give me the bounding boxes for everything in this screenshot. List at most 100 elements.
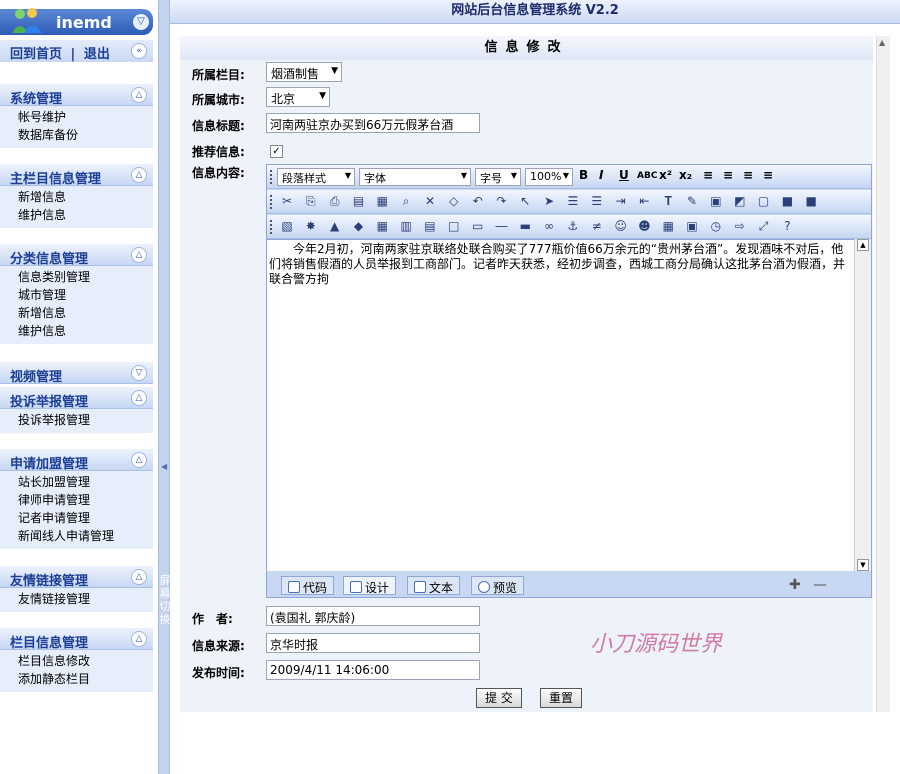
align-center-icon[interactable]: ≡ (723, 168, 733, 182)
reset-button[interactable]: 重置 (540, 688, 582, 708)
align-justify-icon[interactable]: ≡ (763, 168, 773, 182)
scroll-up-icon[interactable]: ▲ (879, 38, 885, 47)
background-color-icon[interactable]: ▣ (708, 193, 724, 209)
unlink-icon[interactable]: ≠ (589, 218, 605, 234)
logout-link[interactable]: 退出 (84, 47, 110, 62)
group-header[interactable]: 栏目信息管理 △ (0, 628, 153, 650)
editor-content-area[interactable]: 今年2月初，河南两家驻京联络处联合购买了777瓶价值66万余元的“贵州茅台酒”。… (267, 239, 854, 571)
author-input[interactable]: (袁国礼 郭庆龄) (266, 606, 480, 626)
import-icon[interactable]: ⇨ (732, 218, 748, 234)
align-right-icon[interactable]: ≡ (743, 168, 753, 182)
mode-text-tab[interactable]: 文本 (407, 576, 460, 595)
find-icon[interactable]: ⌕ (398, 193, 414, 209)
zoom-select[interactable]: 100% ▼ (525, 168, 573, 186)
mode-code-tab[interactable]: 代码 (281, 576, 334, 595)
mode-design-tab[interactable]: 设计 (343, 576, 396, 595)
home-link[interactable]: 回到首页 (10, 47, 62, 62)
time-input[interactable]: 2009/4/11 14:06:00 (266, 660, 480, 680)
sidebar-item[interactable]: 信息类别管理 (18, 268, 153, 286)
title-input[interactable]: 河南两驻京办买到66万元假茅台酒 (266, 113, 480, 133)
sidebar-item[interactable]: 城市管理 (18, 286, 153, 304)
sticky-note-icon[interactable]: ■ (779, 193, 795, 209)
delete-icon[interactable]: ✕ (422, 193, 438, 209)
superscript-icon[interactable]: x² (659, 168, 672, 182)
marquee-icon[interactable]: ▬ (517, 218, 533, 234)
submit-button[interactable]: 提 交 (476, 688, 522, 708)
sidebar-item[interactable]: 数据库备份 (18, 126, 153, 144)
page-scrollbar[interactable]: ▲ (876, 36, 890, 712)
sidebar-item[interactable]: 栏目信息修改 (18, 652, 153, 670)
align-left-icon[interactable]: ≡ (703, 168, 713, 182)
source-input[interactable]: 京华时报 (266, 633, 480, 653)
highlight-icon[interactable]: ✎ (684, 193, 700, 209)
emoticon-icon[interactable]: ☺ (613, 218, 629, 234)
scroll-down-icon[interactable]: ▼ (857, 559, 869, 571)
border-icon[interactable]: ▢ (756, 193, 772, 209)
help-icon[interactable]: ? (779, 218, 795, 234)
group-header[interactable]: 投诉举报管理 △ (0, 387, 153, 409)
paste-text-icon[interactable]: ▤ (350, 193, 366, 209)
format-clear-icon[interactable]: ◩ (732, 193, 748, 209)
triangle-left-icon[interactable]: ◀ (161, 462, 167, 471)
media-icon[interactable]: ▲ (327, 218, 343, 234)
undo-icon[interactable]: ↶ (470, 193, 486, 209)
chevron-left-icon[interactable]: « (131, 43, 147, 59)
toolbar-grip[interactable] (270, 195, 273, 209)
calendar-icon[interactable]: ▦ (660, 218, 676, 234)
sidebar-item[interactable]: 站长加盟管理 (18, 473, 153, 491)
group-header[interactable]: 申请加盟管理 △ (0, 449, 153, 471)
category-select[interactable]: 烟酒制售 ▼ (266, 62, 342, 82)
paste-word-icon[interactable]: ▦ (374, 193, 390, 209)
indent-icon[interactable]: ⇥ (613, 193, 629, 209)
chevron-up-icon[interactable]: △ (131, 87, 147, 103)
hr-icon[interactable]: ― (493, 218, 509, 234)
bold-icon[interactable]: B (579, 168, 588, 182)
special-char-icon[interactable]: ◆ (350, 218, 366, 234)
chevron-up-icon[interactable]: △ (131, 452, 147, 468)
group-header[interactable]: 视频管理 ▽ (0, 362, 153, 384)
group-header[interactable]: 系统管理 △ (0, 84, 153, 106)
city-select[interactable]: 北京 ▼ (266, 87, 330, 107)
underline-icon[interactable]: U (619, 168, 629, 182)
sidebar-item[interactable]: 律师申请管理 (18, 491, 153, 509)
time-icon[interactable]: ◷ (708, 218, 724, 234)
table-props-icon[interactable]: ▤ (422, 218, 438, 234)
flash-icon[interactable]: ✸ (303, 218, 319, 234)
expand-plus-icon[interactable]: ✚ (789, 577, 801, 593)
select-icon[interactable]: ↖ (517, 193, 533, 209)
sidebar-item[interactable]: 维护信息 (18, 322, 153, 340)
eraser-icon[interactable]: ◇ (446, 193, 462, 209)
pointer-icon[interactable]: ➤ (541, 193, 557, 209)
ordered-list-icon[interactable]: ☰ (565, 193, 581, 209)
shrink-minus-icon[interactable]: — (813, 577, 827, 593)
font-size-select[interactable]: 字号 ▼ (475, 168, 521, 186)
chevron-up-icon[interactable]: △ (131, 247, 147, 263)
chevron-up-icon[interactable]: △ (131, 569, 147, 585)
table-icon[interactable]: ▦ (374, 218, 390, 234)
sidebar-item[interactable]: 帐号维护 (18, 108, 153, 126)
collapse-all-icon[interactable]: ▽ (133, 14, 149, 30)
cut-icon[interactable]: ✂ (279, 193, 295, 209)
group-header[interactable]: 分类信息管理 △ (0, 244, 153, 266)
sidebar-item[interactable]: 添加静态栏目 (18, 670, 153, 688)
group-header[interactable]: 友情链接管理 △ (0, 566, 153, 588)
page-icon[interactable]: ▭ (470, 218, 486, 234)
sidebar-item[interactable]: 新闻线人申请管理 (18, 527, 153, 545)
date-icon[interactable]: ▣ (684, 218, 700, 234)
outdent-icon[interactable]: ⇤ (636, 193, 652, 209)
scroll-up-icon[interactable]: ▲ (857, 239, 869, 251)
unordered-list-icon[interactable]: ☰ (589, 193, 605, 209)
table-insert-icon[interactable]: ▥ (398, 218, 414, 234)
chevron-up-icon[interactable]: △ (131, 390, 147, 406)
paste-icon[interactable]: ⎙ (327, 193, 343, 209)
chevron-down-icon[interactable]: ▽ (131, 365, 147, 381)
italic-icon[interactable]: I (599, 168, 603, 182)
sidebar-item[interactable]: 投诉举报管理 (18, 411, 153, 429)
paragraph-style-select[interactable]: 段落样式 ▼ (277, 168, 355, 186)
chevron-up-icon[interactable]: △ (131, 167, 147, 183)
frame-icon[interactable]: □ (446, 218, 462, 234)
notes-icon[interactable]: ■ (803, 193, 819, 209)
text-color-icon[interactable]: 𝐓 (660, 193, 676, 209)
toolbar-grip[interactable] (270, 170, 273, 184)
anchor-icon[interactable]: ⚓ (565, 218, 581, 234)
